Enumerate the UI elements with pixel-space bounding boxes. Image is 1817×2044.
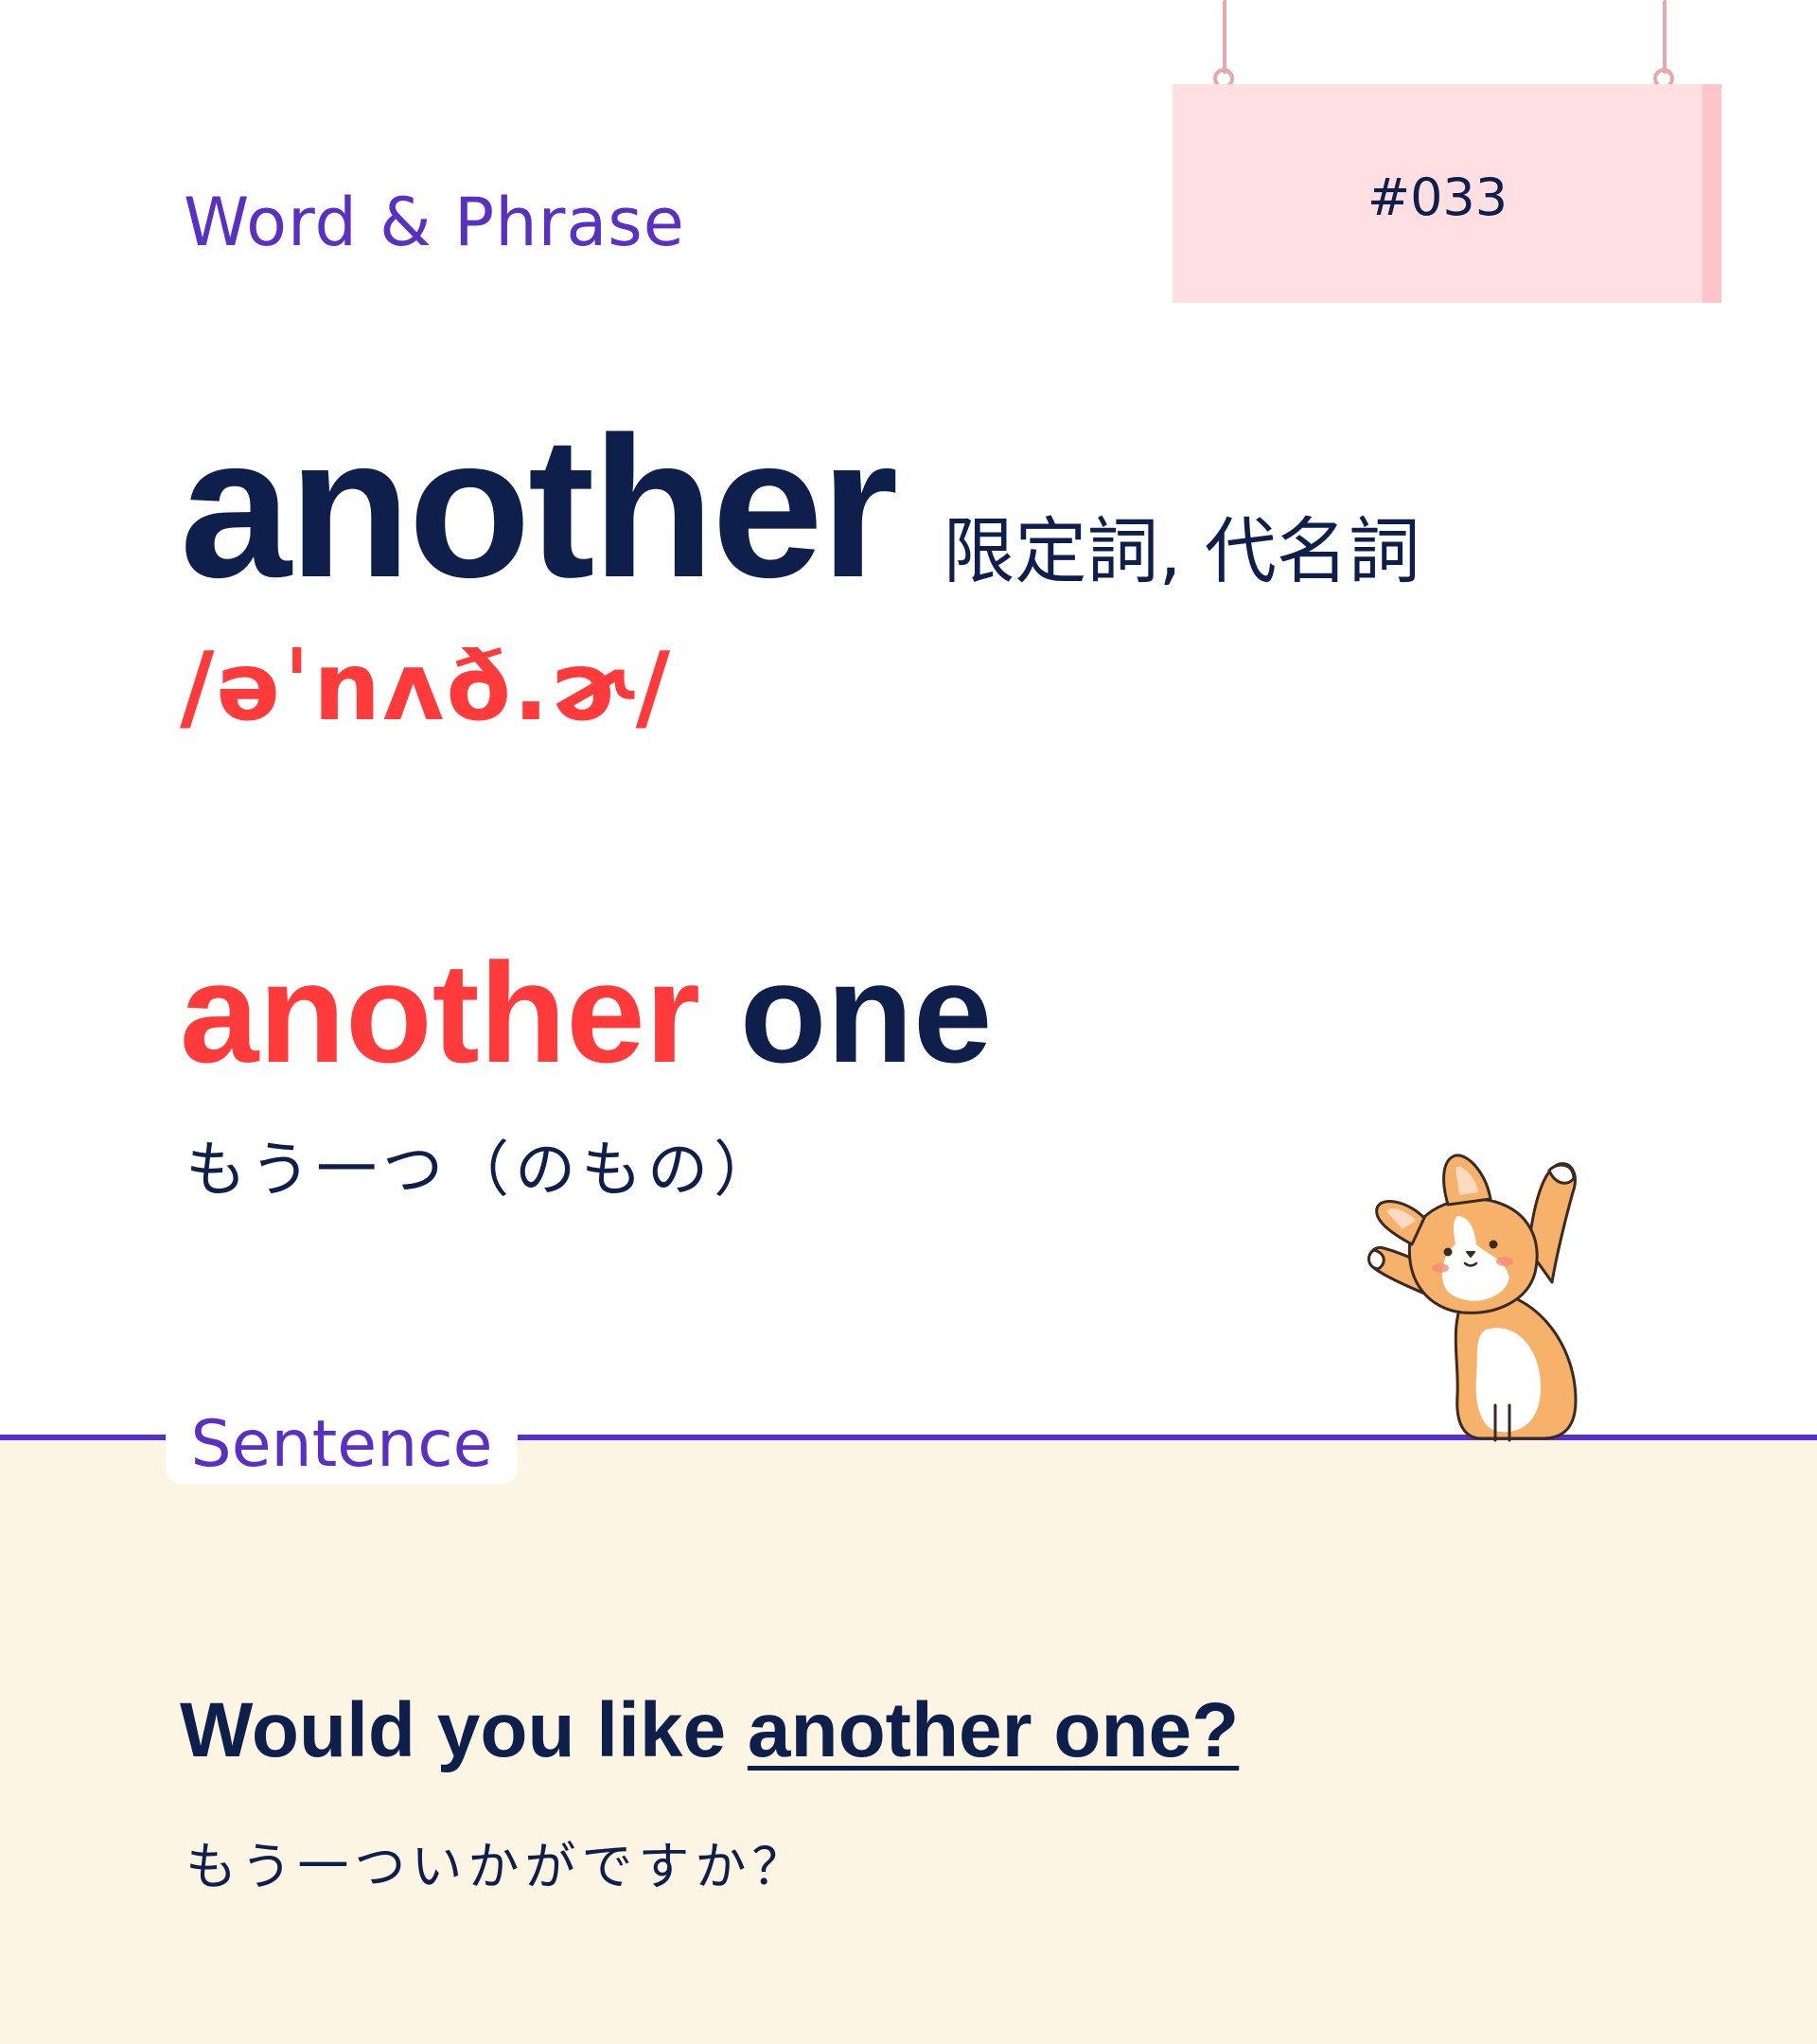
sign-string-left: [1223, 0, 1226, 74]
example-sentence-lead: Would you like: [180, 1687, 748, 1773]
example-sentence-underlined: another one?: [747, 1687, 1240, 1773]
sign-edge: [1702, 84, 1721, 303]
example-sentence-translation: もう一ついかがですか？: [185, 1837, 809, 1896]
card-number: #033: [1367, 167, 1508, 227]
sentence-label-tab: Sentence: [166, 1401, 518, 1484]
sign-string-right: [1663, 0, 1667, 74]
headword: another: [180, 395, 898, 619]
section-label-word-phrase: Word & Phrase: [184, 184, 685, 261]
card-number-sign: #033: [1173, 84, 1721, 303]
phrase-highlight: another: [180, 933, 701, 1092]
headword-row: another 限定詞, 代名詞: [180, 407, 1420, 608]
example-sentence: Would you like another one?: [180, 1692, 1239, 1770]
sentence-label: Sentence: [190, 1406, 493, 1482]
phrase-translation: もう一つ（のもの）: [185, 1136, 781, 1206]
phrase: another one: [180, 942, 992, 1084]
corgi-stretching-icon: [1367, 1154, 1578, 1442]
phrase-rest: one: [739, 933, 993, 1092]
pronunciation: /əˈnʌð.ɚ/: [180, 631, 673, 742]
part-of-speech: 限定詞, 代名詞: [943, 509, 1420, 593]
